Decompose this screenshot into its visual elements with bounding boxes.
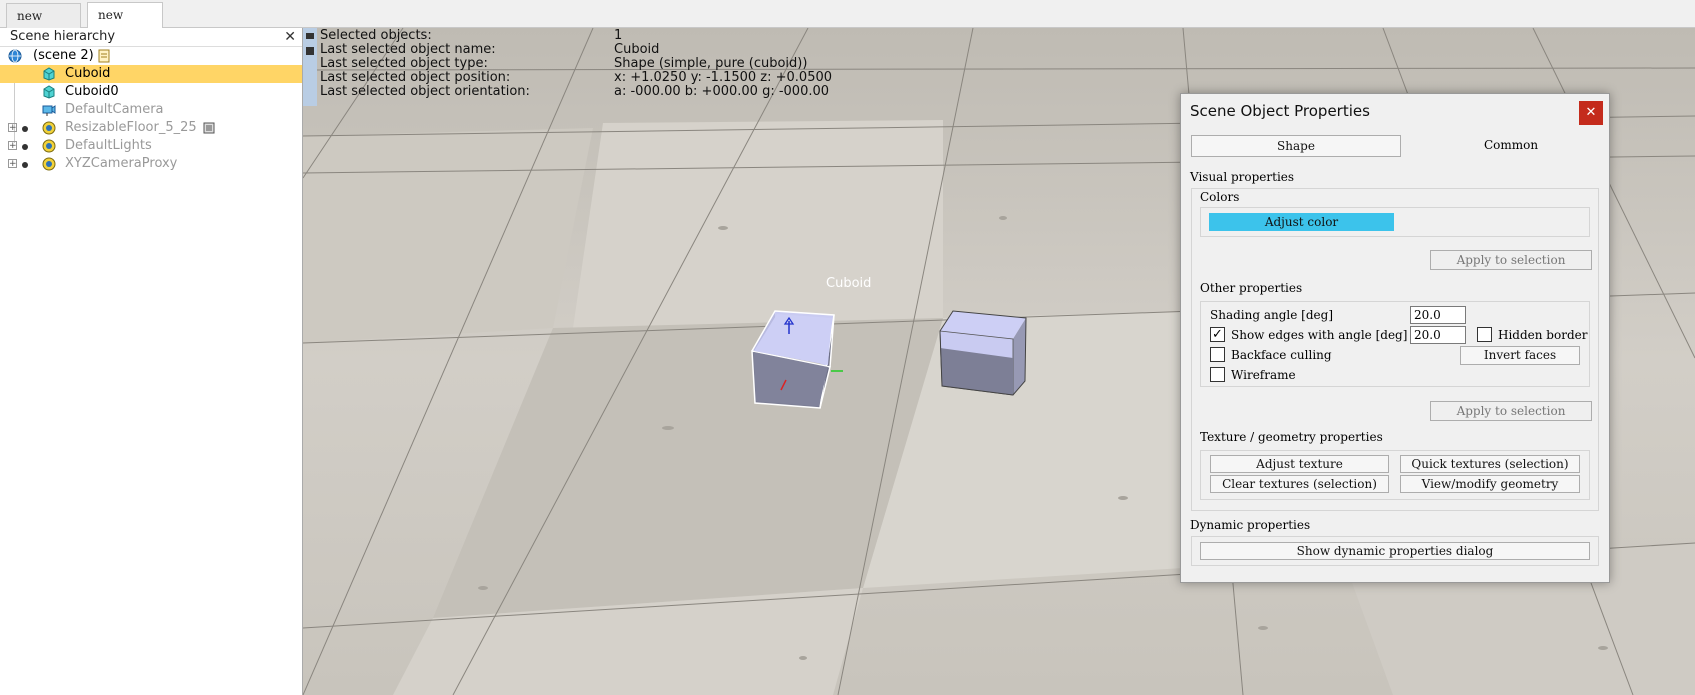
clear-textures-button[interactable]: Clear textures (selection) xyxy=(1210,475,1389,493)
tree-item-label: Cuboid xyxy=(65,66,111,81)
tree-item-label: (scene 2) xyxy=(33,48,94,63)
backface-culling-label: Backface culling xyxy=(1231,348,1332,362)
model-icon[interactable] xyxy=(202,121,216,135)
info-value: a: -000.00 b: +000.00 g: -000.00 xyxy=(614,84,830,99)
texture-geometry-label: Texture / geometry properties xyxy=(1200,430,1383,444)
tree-item-scene[interactable]: (scene 2) xyxy=(0,47,302,65)
tree-item-label: DefaultCamera xyxy=(65,102,164,117)
model-dot-icon xyxy=(22,126,28,132)
info-value: Shape (simple, pure (cuboid)) xyxy=(614,56,808,71)
info-value: x: +1.0250 y: -1.1500 z: +0.0500 xyxy=(614,70,833,85)
backface-culling-checkbox[interactable] xyxy=(1210,347,1225,362)
expand-icon[interactable]: + xyxy=(8,123,17,133)
tree-item-label: DefaultLights xyxy=(65,138,152,153)
shading-angle-label: Shading angle [deg] xyxy=(1210,308,1333,322)
info-key: Last selected object name: xyxy=(320,42,496,57)
tab-common[interactable]: Common xyxy=(1484,138,1538,152)
info-value: 1 xyxy=(614,28,623,43)
cuboid0[interactable] xyxy=(939,310,1027,396)
model-dot-icon xyxy=(22,144,28,150)
info-key: Selected objects: xyxy=(320,28,432,43)
show-dynamic-properties-button[interactable]: Show dynamic properties dialog xyxy=(1200,542,1590,560)
shape-icon xyxy=(43,85,55,99)
scene-hierarchy-header: Scene hierarchy ✕ xyxy=(0,28,302,47)
info-panel-icon[interactable] xyxy=(306,47,314,55)
show-edges-angle-input[interactable]: 20.0 xyxy=(1410,326,1466,344)
adjust-color-button[interactable]: Adjust color xyxy=(1209,213,1394,231)
show-edges-checkbox[interactable]: ✓ xyxy=(1210,327,1225,342)
show-edges-label: Show edges with angle [deg] xyxy=(1231,328,1408,342)
shading-angle-input[interactable]: 20.0 xyxy=(1410,306,1466,324)
tree-item-cuboid[interactable]: Cuboid xyxy=(0,65,302,83)
model-dot-icon xyxy=(22,162,28,168)
dummy-icon xyxy=(42,121,56,135)
close-button[interactable]: ✕ xyxy=(1579,101,1603,125)
apply-to-selection-button[interactable]: Apply to selection xyxy=(1430,250,1592,270)
script-icon[interactable] xyxy=(97,49,111,63)
info-value: Cuboid xyxy=(614,42,660,57)
tree-item-resizablefloor[interactable]: + ResizableFloor_5_25 xyxy=(0,119,302,137)
tree-item-label: ResizableFloor_5_25 xyxy=(65,120,197,135)
scene-hierarchy-panel: Scene hierarchy ✕ (scene 2) Cuboid Cuboi… xyxy=(0,28,303,695)
globe-icon xyxy=(8,49,22,63)
tree-item-defaultcamera[interactable]: DefaultCamera xyxy=(0,101,302,119)
view-modify-geometry-button[interactable]: View/modify geometry xyxy=(1400,475,1580,493)
close-icon[interactable]: ✕ xyxy=(284,28,296,46)
apply-to-selection-button[interactable]: Apply to selection xyxy=(1430,401,1592,421)
scene-hierarchy-title: Scene hierarchy xyxy=(10,29,116,44)
visual-properties-label: Visual properties xyxy=(1190,170,1295,184)
tree-item-label: XYZCameraProxy xyxy=(65,156,178,171)
shape-icon xyxy=(43,67,55,81)
tree-item-cuboid0[interactable]: Cuboid0 xyxy=(0,83,302,101)
dynamic-properties-label: Dynamic properties xyxy=(1190,518,1311,532)
wireframe-checkbox[interactable] xyxy=(1210,367,1225,382)
quick-textures-button[interactable]: Quick textures (selection) xyxy=(1400,455,1580,473)
expand-icon[interactable]: + xyxy=(8,141,17,151)
wireframe-label: Wireframe xyxy=(1231,368,1296,382)
minimize-icon[interactable] xyxy=(306,33,314,39)
info-key: Last selected object type: xyxy=(320,56,488,71)
colors-label: Colors xyxy=(1200,190,1240,204)
tree-item-label: Cuboid0 xyxy=(65,84,119,99)
tab-shape[interactable]: Shape xyxy=(1191,135,1401,157)
tree-item-xyzcameraproxy[interactable]: + XYZCameraProxy xyxy=(0,155,302,173)
hidden-border-label: Hidden border xyxy=(1498,328,1588,342)
object-label: Cuboid xyxy=(826,276,872,291)
dummy-icon xyxy=(42,157,56,171)
info-key: Last selected object position: xyxy=(320,70,511,85)
dialog-title: Scene Object Properties xyxy=(1190,102,1370,120)
tab-scene-1[interactable]: new scene xyxy=(6,3,81,47)
hidden-border-checkbox[interactable] xyxy=(1477,327,1492,342)
expand-icon[interactable]: + xyxy=(8,159,17,169)
invert-faces-button[interactable]: Invert faces xyxy=(1460,346,1580,365)
camera-icon xyxy=(42,105,56,116)
tree-item-defaultlights[interactable]: + DefaultLights xyxy=(0,137,302,155)
tab-bar: new scene new scene xyxy=(0,0,1695,47)
scene-object-properties-dialog: Scene Object Properties ✕ Shape Common V… xyxy=(1180,93,1610,583)
info-key: Last selected object orientation: xyxy=(320,84,530,99)
dummy-icon xyxy=(42,139,56,153)
info-panel-strip xyxy=(303,28,317,106)
tab-scene-2[interactable]: new scene xyxy=(87,2,163,46)
adjust-texture-button[interactable]: Adjust texture xyxy=(1210,455,1389,473)
other-properties-label: Other properties xyxy=(1200,281,1303,295)
